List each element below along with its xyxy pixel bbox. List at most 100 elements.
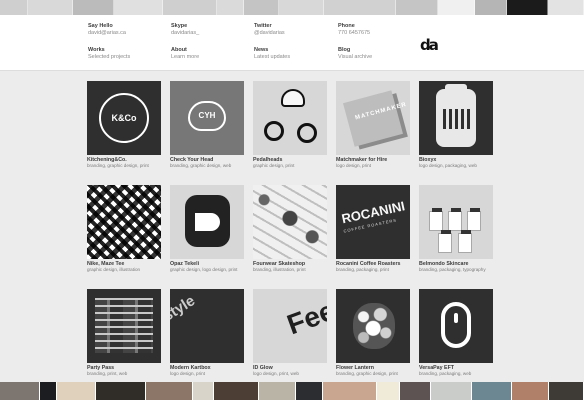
party-pass-thumbnail[interactable] xyxy=(87,289,161,363)
portfolio-grid: K&Co Kitchening&Co. branding, graphic de… xyxy=(87,81,497,376)
versapay-thumbnail[interactable] xyxy=(419,289,493,363)
card-tags: branding, graphic design, print xyxy=(336,371,398,376)
card-tags: logo design, print xyxy=(170,371,205,376)
matchmaker-thumbnail[interactable]: MATCHMAKER xyxy=(336,81,410,155)
news-link[interactable]: News Latest updates xyxy=(254,47,330,61)
portfolio-card-pedalheads[interactable]: Pedalheads graphic design, print xyxy=(253,81,327,178)
bottom-strip-tile-10 xyxy=(323,382,377,400)
portfolio-card-belmondo[interactable]: Belmondo Skincare branding, packaging, t… xyxy=(419,185,493,282)
check-your-head-thumbnail[interactable]: CYH xyxy=(170,81,244,155)
blog-label[interactable]: Blog xyxy=(338,47,414,54)
card-tags: branding, illustration, print xyxy=(253,267,306,272)
about-label[interactable]: About xyxy=(171,47,247,54)
maze-pattern-icon[interactable] xyxy=(87,185,161,259)
card-tags: logo design, packaging, web xyxy=(419,163,477,168)
portfolio-card-rocanini[interactable]: ROCANINI COFFEE ROASTERS Rocanini Coffee… xyxy=(336,185,410,282)
blog-value[interactable]: Visual archive xyxy=(338,54,414,61)
skincare-jar-icon xyxy=(438,230,452,253)
skype-contact[interactable]: Skype davidarias_ xyxy=(171,23,247,37)
belmondo-thumbnail[interactable] xyxy=(419,185,493,259)
skincare-jar-icon xyxy=(448,208,462,231)
fourwear-thumbnail[interactable] xyxy=(253,185,327,259)
blog-link[interactable]: Blog Visual archive xyxy=(338,47,414,61)
bottom-strip-tile-14 xyxy=(472,382,512,400)
say-hello-value[interactable]: david@arias.ca xyxy=(88,30,164,37)
bottom-strip-tile-6 xyxy=(193,382,214,400)
card-tags: branding, packaging, print xyxy=(336,267,389,272)
portfolio-card-versapay[interactable]: VersaPay EFT branding, packaging, web xyxy=(419,289,493,386)
portfolio-card-fourwear[interactable]: Fourwear Skateshop branding, illustratio… xyxy=(253,185,327,282)
bicycle-wheel-icon xyxy=(297,123,317,143)
card-tags: branding, packaging, typography xyxy=(419,267,486,272)
portfolio-card-modern-kartbox[interactable]: style Modern Kartbox logo design, print xyxy=(170,289,244,386)
id-glow-thumbnail[interactable]: Fee xyxy=(253,289,327,363)
card-tags: branding, graphic design, print xyxy=(87,163,149,168)
skype-label: Skype xyxy=(171,23,188,29)
opaz-tekeli-thumbnail[interactable] xyxy=(170,185,244,259)
bottom-strip-tile-9 xyxy=(296,382,323,400)
flower-lantern-thumbnail[interactable] xyxy=(336,289,410,363)
works-value[interactable]: Selected projects xyxy=(88,54,164,61)
modern-kartbox-thumbnail[interactable]: style xyxy=(170,289,244,363)
kitchening-co-thumbnail[interactable]: K&Co xyxy=(87,81,161,155)
rocanini-thumbnail[interactable]: ROCANINI COFFEE ROASTERS xyxy=(336,185,410,259)
bottom-image-strip xyxy=(0,382,584,400)
site-logo[interactable]: da xyxy=(420,36,450,54)
skincare-jar-icon xyxy=(467,208,481,231)
sticker-pattern-icon xyxy=(253,185,327,259)
about-link[interactable]: About Learn more xyxy=(171,47,247,61)
bottom-strip-tile-4 xyxy=(96,382,146,400)
twitter-contact[interactable]: Twitter @davidarias xyxy=(254,23,330,37)
party-pass-icon xyxy=(95,298,153,353)
say-hello-contact[interactable]: Say Hello david@arias.ca xyxy=(88,23,164,37)
card-tags: graphic design, illustration xyxy=(87,267,141,272)
card-tags: branding, print, web xyxy=(87,371,128,376)
kco-logo-icon: K&Co xyxy=(99,93,149,143)
portfolio-card-check-your-head[interactable]: CYH Check Your Head branding, graphic de… xyxy=(170,81,244,178)
phone-contact[interactable]: Phone 770 6457675 xyxy=(338,23,414,37)
works-label[interactable]: Works xyxy=(88,47,164,54)
type-posters-icon: Fee xyxy=(282,294,327,341)
portfolio-card-matchmaker[interactable]: MATCHMAKER Matchmaker for Hire logo desi… xyxy=(336,81,410,178)
bottom-strip-tile-16 xyxy=(549,382,584,400)
bicycle-wheel-icon xyxy=(264,121,284,141)
pedalheads-thumbnail[interactable] xyxy=(253,81,327,155)
news-label[interactable]: News xyxy=(254,47,330,54)
say-hello-label: Say Hello xyxy=(88,23,113,29)
portfolio-card-id-glow[interactable]: Fee ID Glow logo design, print, web xyxy=(253,289,327,386)
book-icon: MATCHMAKER xyxy=(343,90,408,147)
bottom-strip-tile-13 xyxy=(431,382,472,400)
flower-icon xyxy=(353,303,395,349)
card-tags: graphic design, print xyxy=(253,163,295,168)
bottom-strip-tile-11 xyxy=(377,382,400,400)
skype-value[interactable]: davidarias_ xyxy=(171,30,247,37)
card-tags: logo design, print xyxy=(336,163,371,168)
news-value[interactable]: Latest updates xyxy=(254,54,330,61)
about-value[interactable]: Learn more xyxy=(171,54,247,61)
skincare-jar-icon xyxy=(458,230,472,253)
bottom-strip-tile-1 xyxy=(0,382,40,400)
logo-mark-icon xyxy=(185,195,230,247)
bottom-strip-tile-7 xyxy=(214,382,259,400)
portfolio-card-opaz-tekeli[interactable]: Opaz Tekeli graphic design, logo design,… xyxy=(170,185,244,282)
bottom-strip-tile-12 xyxy=(400,382,431,400)
phone-label: Phone xyxy=(338,23,355,29)
portfolio-card-nike-maze-tee[interactable]: Nike, Maze Tee graphic design, illustrat… xyxy=(87,185,161,282)
bioxyx-thumbnail[interactable] xyxy=(419,81,493,155)
portfolio-card-kitchening-co[interactable]: K&Co Kitchening&Co. branding, graphic de… xyxy=(87,81,161,178)
twitter-value[interactable]: @davidarias xyxy=(254,30,330,37)
portfolio-card-flower-lantern[interactable]: Flower Lantern branding, graphic design,… xyxy=(336,289,410,386)
bottle-icon xyxy=(436,84,476,147)
bottom-strip-tile-8 xyxy=(259,382,296,400)
card-tags: branding, packaging, web xyxy=(419,371,472,376)
portfolio-card-bioxyx[interactable]: Bioxyx logo design, packaging, web xyxy=(419,81,493,178)
phone-value[interactable]: 770 6457675 xyxy=(338,30,414,37)
twitter-label: Twitter xyxy=(254,23,272,29)
works-link[interactable]: Works Selected projects xyxy=(88,47,164,61)
mouse-icon xyxy=(441,302,471,348)
helmet-icon xyxy=(281,89,305,107)
card-tags: logo design, print, web xyxy=(253,371,299,376)
portfolio-card-party-pass[interactable]: Party Pass branding, print, web xyxy=(87,289,161,386)
card-tags: branding, graphic design, web xyxy=(170,163,232,168)
skincare-jar-icon xyxy=(429,208,443,231)
